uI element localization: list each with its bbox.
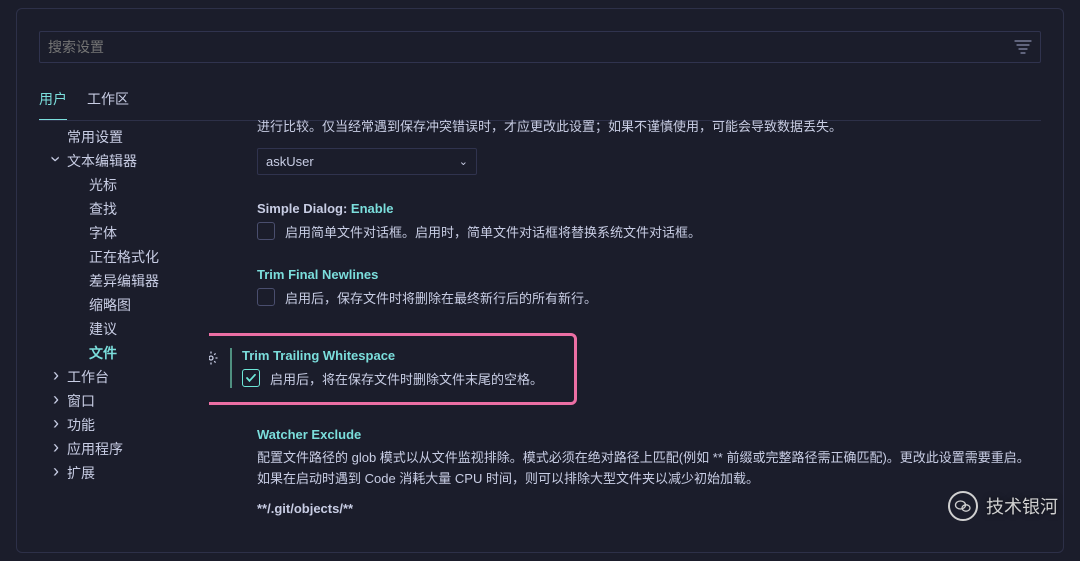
settings-category-tree: 常用设置 文本编辑器 光标 查找 字体 正在格式化 差异编辑器 缩略图 建议 文… bbox=[39, 117, 209, 552]
tree-text-editor[interactable]: 文本编辑器 bbox=[39, 149, 209, 173]
trim-final-checkbox[interactable] bbox=[257, 288, 275, 306]
tree-application[interactable]: 应用程序 bbox=[39, 437, 209, 461]
chevron-right-icon bbox=[49, 370, 63, 384]
trim-trailing-label: 启用后，将在保存文件时删除文件末尾的空格。 bbox=[270, 369, 543, 388]
setting-conflict-select[interactable]: askUser ⌄ bbox=[257, 148, 477, 175]
wechat-icon bbox=[948, 491, 978, 521]
tree-extensions[interactable]: 扩展 bbox=[39, 461, 209, 485]
setting-trim-final-title: Trim Final Newlines bbox=[257, 267, 1033, 282]
tab-user[interactable]: 用户 bbox=[39, 81, 67, 120]
tree-suggestions[interactable]: 建议 bbox=[39, 317, 209, 341]
chevron-right-icon bbox=[49, 394, 63, 408]
tree-files[interactable]: 文件 bbox=[39, 341, 209, 365]
settings-window: 用户 工作区 常用设置 文本编辑器 光标 查找 字体 正在格式化 差异编辑器 缩… bbox=[16, 8, 1064, 553]
settings-search-bar[interactable] bbox=[39, 31, 1041, 63]
trim-final-label: 启用后，保存文件时将删除在最终新行后的所有新行。 bbox=[285, 288, 597, 307]
setting-watcher-exclude-desc: 配置文件路径的 glob 模式以从文件监视排除。模式必须在绝对路径上匹配(例如 … bbox=[257, 448, 1033, 490]
settings-content: 进行比较。仅当经常遇到保存冲突错误时，才应更改此设置；如果不谨慎使用，可能会导致… bbox=[209, 117, 1041, 552]
modified-indicator bbox=[230, 348, 232, 388]
chevron-right-icon bbox=[49, 466, 63, 480]
watermark-text: 技术银河 bbox=[986, 493, 1058, 519]
chevron-right-icon bbox=[49, 442, 63, 456]
watermark: 技术银河 bbox=[948, 491, 1058, 521]
setting-trim-trailing-title: Trim Trailing Whitespace bbox=[242, 348, 564, 363]
setting-trim-trailing-row: 启用后，将在保存文件时删除文件末尾的空格。 bbox=[242, 369, 564, 388]
tree-cursor[interactable]: 光标 bbox=[39, 173, 209, 197]
tree-formatting[interactable]: 正在格式化 bbox=[39, 245, 209, 269]
setting-conflict-desc: 进行比较。仅当经常遇到保存冲突错误时，才应更改此设置；如果不谨慎使用，可能会导致… bbox=[257, 117, 1033, 138]
setting-trim-trailing-highlight: Trim Trailing Whitespace 启用后，将在保存文件时删除文件… bbox=[209, 333, 577, 405]
simple-dialog-checkbox[interactable] bbox=[257, 222, 275, 240]
select-value: askUser bbox=[266, 154, 314, 169]
filter-icon[interactable] bbox=[1014, 40, 1032, 54]
tree-minimap[interactable]: 缩略图 bbox=[39, 293, 209, 317]
setting-simple-dialog-title: Simple Dialog: Enable bbox=[257, 201, 1033, 216]
tree-find[interactable]: 查找 bbox=[39, 197, 209, 221]
chevron-right-icon bbox=[49, 418, 63, 432]
setting-simple-dialog-row: 启用简单文件对话框。启用时，简单文件对话框将替换系统文件对话框。 bbox=[257, 222, 1033, 241]
settings-scope-tabs: 用户 工作区 bbox=[39, 81, 1041, 121]
tree-diff-editor[interactable]: 差异编辑器 bbox=[39, 269, 209, 293]
settings-body: 常用设置 文本编辑器 光标 查找 字体 正在格式化 差异编辑器 缩略图 建议 文… bbox=[39, 117, 1041, 552]
setting-watcher-exclude-pattern: **/.git/objects/** bbox=[257, 501, 1033, 516]
tree-font[interactable]: 字体 bbox=[39, 221, 209, 245]
tab-workspace[interactable]: 工作区 bbox=[87, 81, 129, 120]
settings-search-input[interactable] bbox=[48, 39, 1014, 55]
simple-dialog-label: 启用简单文件对话框。启用时，简单文件对话框将替换系统文件对话框。 bbox=[285, 222, 701, 241]
tree-workbench[interactable]: 工作台 bbox=[39, 365, 209, 389]
tree-common[interactable]: 常用设置 bbox=[39, 125, 209, 149]
trim-trailing-checkbox[interactable] bbox=[242, 369, 260, 387]
gear-icon[interactable] bbox=[209, 348, 222, 366]
setting-trim-final-row: 启用后，保存文件时将删除在最终新行后的所有新行。 bbox=[257, 288, 1033, 307]
tree-features[interactable]: 功能 bbox=[39, 413, 209, 437]
chevron-down-icon: ⌄ bbox=[459, 155, 468, 168]
tree-window[interactable]: 窗口 bbox=[39, 389, 209, 413]
setting-watcher-exclude-title: Watcher Exclude bbox=[257, 427, 1033, 442]
chevron-down-icon bbox=[49, 154, 63, 168]
